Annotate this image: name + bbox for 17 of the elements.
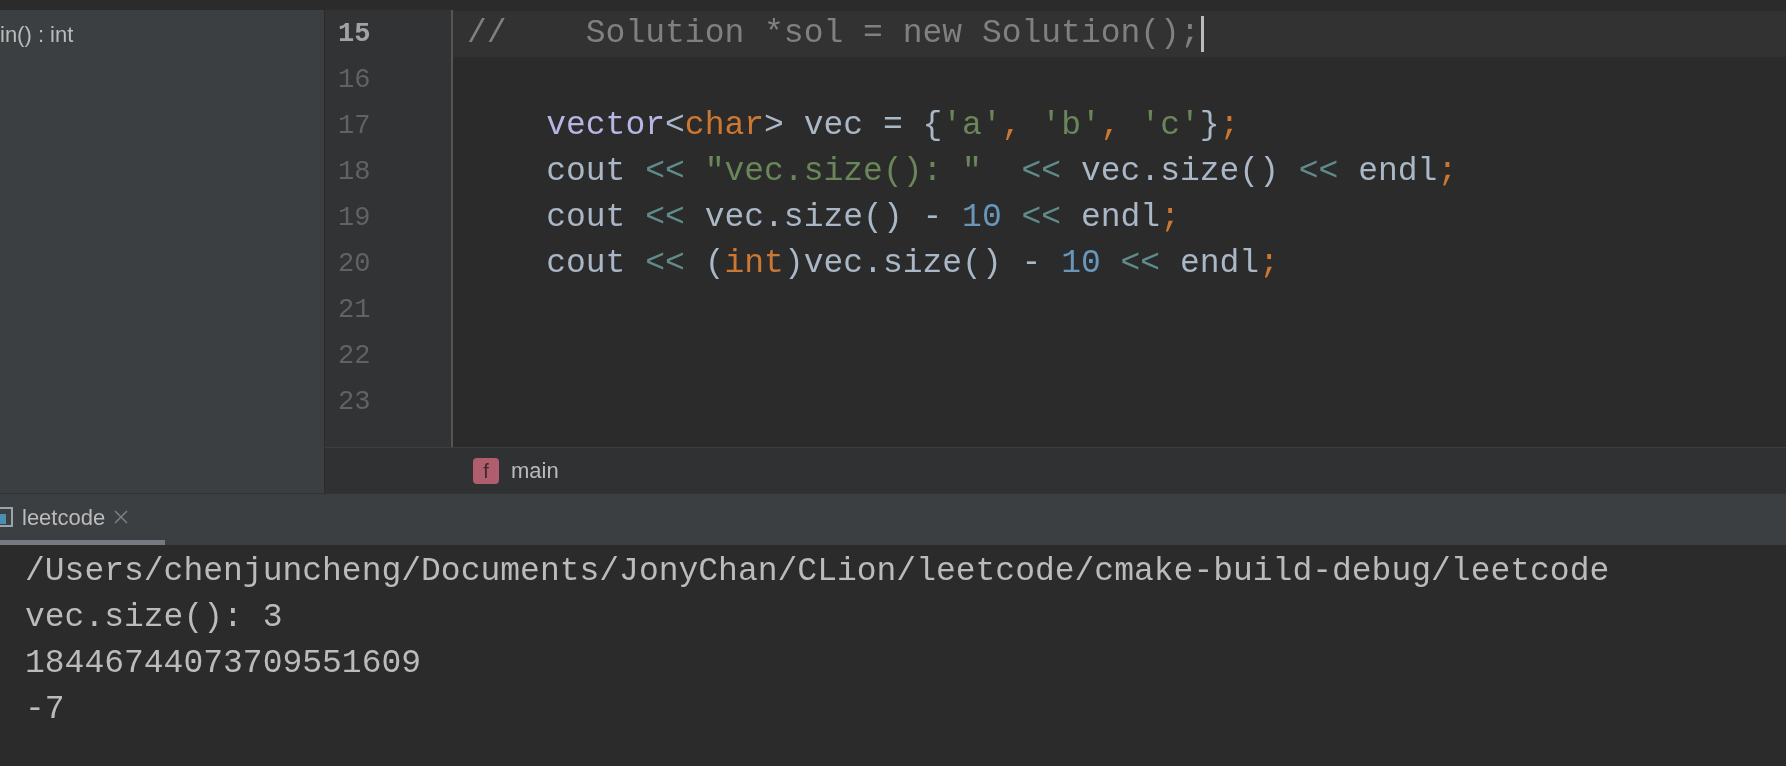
tab-label: leetcode (22, 503, 106, 532)
line-number: 15 (338, 17, 371, 51)
structure-item[interactable]: in() : int (0, 18, 324, 51)
breadcrumb-item[interactable]: main (511, 454, 559, 487)
console-line: /Users/chenjuncheng/Documents/JonyChan/CLion/leetcode/cmake-build-debug/leetcode (25, 552, 1610, 592)
code-line: vector<char> vec = {'a', 'b', 'c'}; (545, 106, 1240, 147)
console-icon (0, 506, 14, 528)
code-line: cout << "vec.size(): " << vec.size() << endl; (545, 152, 1458, 193)
console-line: -7 (25, 690, 65, 730)
code-line: cout << vec.size() - 10 << endl; (545, 198, 1180, 239)
text-cursor (1200, 16, 1204, 52)
console-line: 18446744073709551609 (25, 644, 422, 684)
code-line: // Solution *sol = new Solution(); (467, 14, 1200, 55)
console-line: vec.size(): 3 (25, 598, 283, 638)
function-icon: f (473, 457, 499, 484)
close-icon[interactable] (113, 509, 130, 525)
code-line: cout << (int)vec.size() - 10 << endl; (545, 244, 1279, 285)
